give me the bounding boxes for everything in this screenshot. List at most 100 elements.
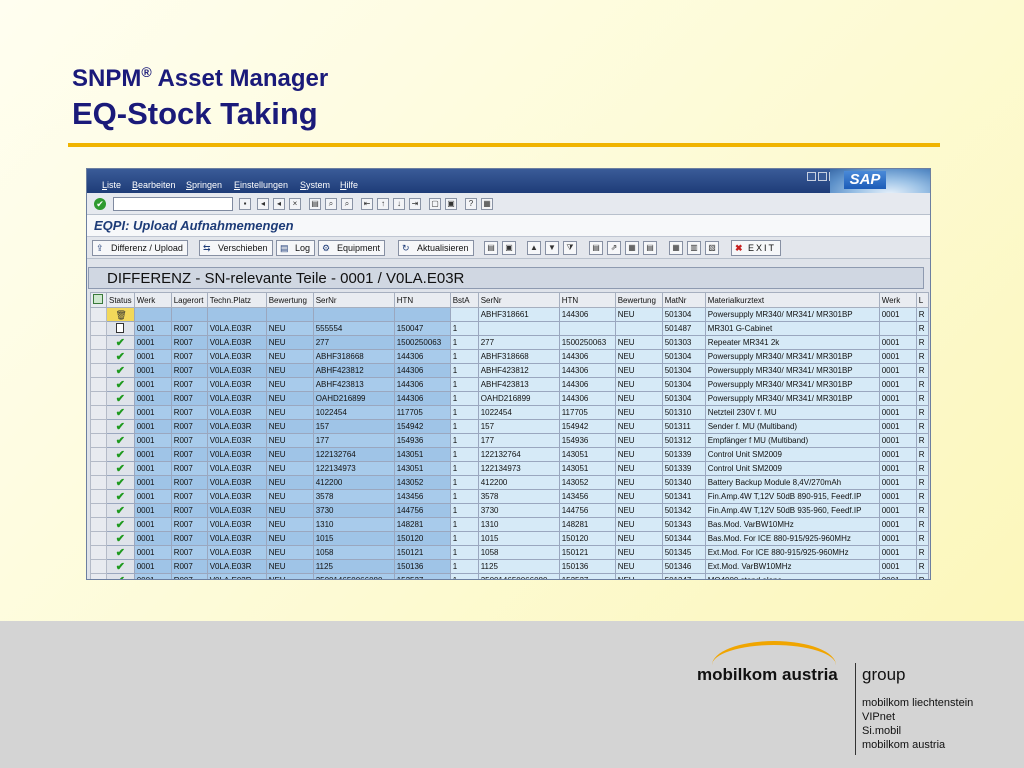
filter-icon[interactable]: ⧩: [563, 241, 577, 255]
col-header[interactable]: SerNr: [477, 292, 560, 308]
row-selector[interactable]: [90, 573, 107, 579]
new-session-icon[interactable]: ▢: [429, 198, 441, 210]
print-preview-icon[interactable]: ▤: [589, 241, 603, 255]
row-selector[interactable]: [90, 531, 107, 546]
details-icon[interactable]: ▤: [484, 241, 498, 255]
table-row[interactable]: ✔ 0001 R007 V0LA.E03R NEU 157 154942 1 157 154942…: [90, 419, 929, 434]
table-row[interactable]: ✔ 0001 R007 V0LA.E03R NEU ABHF423812 144306 1 AB…: [90, 363, 929, 378]
find-next-icon[interactable]: ⌕: [341, 198, 353, 210]
table-row[interactable]: ✔ 0001 R007 V0LA.E03R NEU 122134973 143051 1 122…: [90, 461, 929, 476]
log-button[interactable]: ▤ Log: [276, 240, 316, 256]
table-row[interactable]: ✔ 0001 R007 V0LA.E03R NEU ABHF423813 144306 1 AB…: [90, 377, 929, 392]
col-header[interactable]: Materialkurztext: [704, 292, 880, 308]
save-icon[interactable]: ▪: [239, 198, 251, 210]
table-cell: NEU: [265, 433, 314, 448]
col-header[interactable]: Werk: [878, 292, 917, 308]
col-header[interactable]: Bewertung: [265, 292, 314, 308]
table-row[interactable]: ✔ 0001 R007 V0LA.E03R NEU 3578 143456 1 3578 1434…: [90, 489, 929, 504]
table-row[interactable]: 🗑 ABHF318661 144306 NEU 501304 Powersupply MR…: [90, 307, 929, 322]
table-row[interactable]: ✔ 0001 R007 V0LA.E03R NEU 1310 148281 1 1310 1482…: [90, 517, 929, 532]
table-row[interactable]: ✔ 0001 R007 V0LA.E03R NEU 1015 150120 1 1015 1501…: [90, 531, 929, 546]
first-page-icon[interactable]: ⇤: [361, 198, 373, 210]
col-header[interactable]: Werk: [133, 292, 172, 308]
print-icon[interactable]: ▤: [309, 198, 321, 210]
col-header[interactable]: Bewertung: [614, 292, 663, 308]
col-header[interactable]: Status: [106, 292, 135, 308]
find-icon[interactable]: ⌕: [325, 198, 337, 210]
table-row[interactable]: ✔ 0001 R007 V0LA.E03R NEU 3730 144756 1 3730 1447…: [90, 503, 929, 518]
back-icon[interactable]: ◂: [257, 198, 269, 210]
table-row[interactable]: ✔ 0001 R007 V0LA.E03R NEU 1022454 117705 1 10224…: [90, 405, 929, 420]
sort-asc-icon[interactable]: ▲: [527, 241, 541, 255]
select-all-icon[interactable]: ▣: [502, 241, 516, 255]
col-header[interactable]: SerNr: [312, 292, 395, 308]
row-selector[interactable]: [90, 335, 107, 350]
menu-liste[interactable]: Liste: [102, 180, 121, 190]
table-row[interactable]: ✔ 0001 R007 V0LA.E03R NEU 412200 143052 1 412200…: [90, 475, 929, 490]
row-selector[interactable]: [90, 503, 107, 518]
change-layout-icon[interactable]: ▦: [669, 241, 683, 255]
row-selector[interactable]: [90, 433, 107, 448]
select-all-column[interactable]: [90, 292, 107, 308]
export-icon[interactable]: ⇗: [607, 241, 621, 255]
menu-springen[interactable]: Springen: [186, 180, 222, 190]
row-selector[interactable]: [90, 489, 107, 504]
row-selector[interactable]: [90, 545, 107, 560]
row-selector[interactable]: [90, 405, 107, 420]
table-row[interactable]: ✔ 0001 R007 V0LA.E03R NEU ABHF318668 144306 1 AB…: [90, 349, 929, 364]
differenz-upload-button[interactable]: ⇪ Differenz / Upload: [92, 240, 188, 256]
table-row[interactable]: ✔ 0001 R007 V0LA.E03R NEU 277 1500250063 1 277 15…: [90, 335, 929, 350]
row-selector[interactable]: [90, 377, 107, 392]
col-header[interactable]: L: [915, 292, 929, 308]
equipment-button[interactable]: ⚙ Equipment: [318, 240, 386, 256]
row-selector[interactable]: [90, 517, 107, 532]
row-selector[interactable]: [90, 419, 107, 434]
shortcut-icon[interactable]: ▣: [445, 198, 457, 210]
menu-system[interactable]: System: [300, 180, 330, 190]
col-header[interactable]: Lagerort: [170, 292, 208, 308]
table-row[interactable]: ✔ 0001 R007 V0LA.E03R NEU 1058 150121 1 1058 1501…: [90, 545, 929, 560]
col-header[interactable]: HTN: [558, 292, 616, 308]
row-selector[interactable]: [90, 391, 107, 406]
menu-bearbeiten[interactable]: Bearbeiten: [132, 180, 176, 190]
col-header[interactable]: MatNr: [661, 292, 706, 308]
table-row[interactable]: 0001 R007 V0LA.E03R NEU 555554 150047 1 501487 M…: [90, 321, 929, 336]
table-row[interactable]: ✔ 0001 R007 V0LA.E03R NEU 177 154936 1 177 154936…: [90, 433, 929, 448]
layout-icon[interactable]: ▦: [481, 198, 493, 210]
save-layout-icon[interactable]: ▧: [705, 241, 719, 255]
cancel-icon[interactable]: ×: [289, 198, 301, 210]
enter-check-icon[interactable]: ✔: [94, 198, 106, 210]
table-row[interactable]: ✔ 0001 R007 V0LA.E03R NEU 122132764 143051 1 122…: [90, 447, 929, 462]
col-header[interactable]: BstA: [449, 292, 479, 308]
maximize-icon[interactable]: [818, 172, 827, 181]
exit-button[interactable]: ✖ EXIT: [731, 240, 782, 256]
row-selector[interactable]: [90, 349, 107, 364]
next-page-icon[interactable]: ↓: [393, 198, 405, 210]
sort-desc-icon[interactable]: ▼: [545, 241, 559, 255]
table-row[interactable]: ✔0001R007V0LA.E03RNEU3500146500660801525…: [90, 573, 929, 579]
command-field[interactable]: [113, 197, 233, 211]
menu-hilfe[interactable]: Hilfe: [340, 180, 358, 190]
minimize-icon[interactable]: [807, 172, 816, 181]
row-selector[interactable]: [90, 307, 107, 322]
last-page-icon[interactable]: ⇥: [409, 198, 421, 210]
row-selector[interactable]: [90, 363, 107, 378]
aktualisieren-button[interactable]: ↻ Aktualisieren: [398, 240, 474, 256]
help-icon[interactable]: ?: [465, 198, 477, 210]
col-header[interactable]: Techn.Platz: [206, 292, 267, 308]
spreadsheet-icon[interactable]: ▦: [625, 241, 639, 255]
table-row[interactable]: ✔ 0001 R007 V0LA.E03R NEU OAHD216899 144306 1 OA…: [90, 391, 929, 406]
row-selector[interactable]: [90, 559, 107, 574]
prev-page-icon[interactable]: ↑: [377, 198, 389, 210]
choose-layout-icon[interactable]: ▥: [687, 241, 701, 255]
row-selector[interactable]: [90, 447, 107, 462]
verschieben-button[interactable]: ⇆ Verschieben: [199, 240, 273, 256]
row-selector[interactable]: [90, 321, 107, 336]
row-selector[interactable]: [90, 461, 107, 476]
table-row[interactable]: ✔ 0001 R007 V0LA.E03R NEU 1125 150136 1 1125 1501…: [90, 559, 929, 574]
exit-icon[interactable]: ◂: [273, 198, 285, 210]
menu-einstellungen[interactable]: Einstellungen: [234, 180, 288, 190]
word-processor-icon[interactable]: ▤: [643, 241, 657, 255]
row-selector[interactable]: [90, 475, 107, 490]
col-header[interactable]: HTN: [393, 292, 451, 308]
